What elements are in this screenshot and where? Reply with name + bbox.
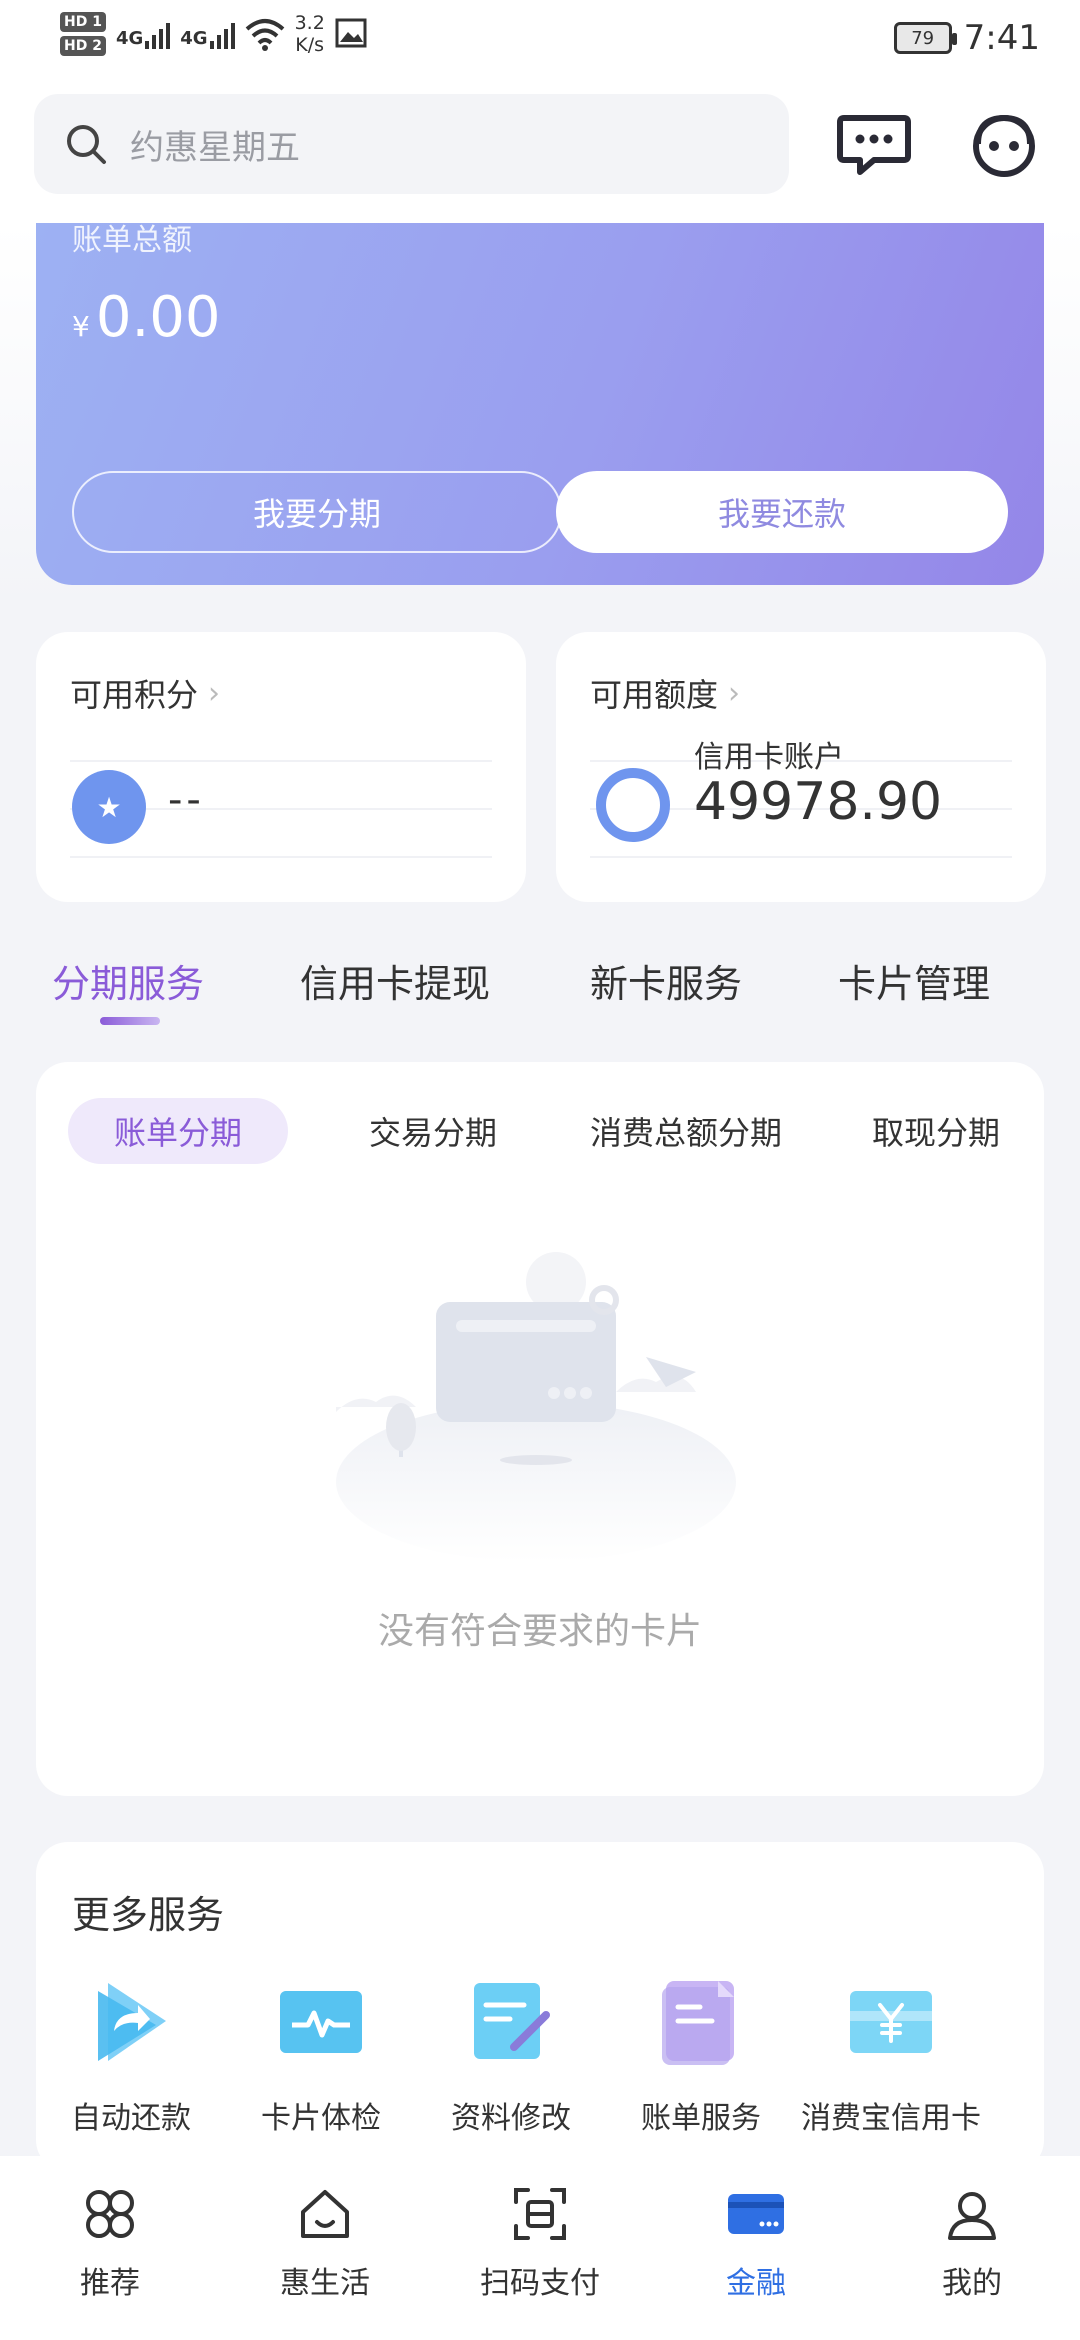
empty-card-illustration [336,1252,736,1562]
service-bill-service[interactable]: 账单服务 [606,1977,796,2137]
bill-service-icon [662,1981,734,2065]
nav-label: 扫码支付 [480,2266,600,2301]
tab-new-card-service[interactable]: 新卡服务 [590,953,742,1008]
ring-chart-icon [596,768,670,842]
installment-panel: 账单分期 交易分期 消费总额分期 取现分期 没有符合要求的卡片 [36,1062,1044,1796]
auto-repay-icon [98,1983,166,2061]
bottom-navigation: 推荐 惠生活 扫码支付 金融 我的 [0,2156,1080,2340]
service-label: 卡片体检 [261,2101,381,2136]
card-icon [728,2194,784,2234]
divider [70,856,492,858]
installment-button[interactable]: 我要分期 [72,471,562,553]
credit-title-text: 可用额度 [590,676,719,714]
service-label: 消费宝信用卡 [801,2101,981,2136]
wifi-icon [245,19,284,51]
points-title-text: 可用积分 [70,676,199,714]
signal-1-icon: 4G [115,19,171,49]
chevron-right-icon: › [728,675,741,711]
service-label: 自动还款 [71,2101,191,2136]
repay-button[interactable]: 我要还款 [556,471,1008,553]
bill-total-label: 账单总额 [72,223,192,258]
nav-label: 推荐 [80,2266,140,2301]
sim2-badge: HD 2 [60,36,106,56]
service-tabs: 分期服务 信用卡提现 新卡服务 卡片管理 [0,945,1080,1035]
points-title: 可用积分 › [70,670,220,716]
tab-installment-service[interactable]: 分期服务 [52,953,204,1008]
service-edit-profile[interactable]: 资料修改 [416,1977,606,2137]
network-speed: 3.2 K/s [295,12,325,56]
points-value: -- [168,777,205,823]
credit-title: 可用额度 › [590,670,740,716]
chevron-right-icon: › [208,675,221,711]
nav-life[interactable]: 惠生活 [245,2184,405,2302]
subtab-transaction-installment[interactable]: 交易分期 [318,1098,548,1164]
sim-indicators: HD 1 HD 2 [60,12,106,56]
message-icon[interactable] [834,104,914,184]
bill-summary-card: 账单总额 ¥ 0.00 我要分期 我要还款 [36,223,1044,585]
nav-scan-pay[interactable]: 扫码支付 [460,2184,620,2302]
customer-service-icon[interactable] [964,104,1044,184]
card-checkup-icon [280,1991,362,2053]
nav-label: 我的 [942,2266,1002,2301]
battery-icon: 79 [893,22,957,54]
empty-state-message: 没有符合要求的卡片 [377,1611,702,1652]
sim1-badge: HD 1 [60,12,106,32]
bill-amount-value: 0.00 [95,285,221,350]
service-label: 账单服务 [641,2101,761,2136]
service-auto-repay[interactable]: 自动还款 [36,1977,226,2137]
network-type-1: 4G [115,28,144,49]
search-bar[interactable]: 约惠星期五 [34,94,789,194]
divider [590,856,1012,858]
search-placeholder: 约惠星期五 [130,127,300,168]
service-yen-card[interactable]: 消费宝信用卡 [796,1977,986,2137]
more-services-section: 更多服务 自动还款 卡片体检 资料修改 账单服务 消费宝信用卡 [36,1842,1044,2172]
scan-icon [514,2188,566,2240]
clover-icon [86,2190,134,2238]
nav-label: 惠生活 [280,2266,370,2301]
network-type-2: 4G [180,28,208,49]
star-icon: ★ [72,770,146,844]
speed-value: 3.2 [294,12,325,34]
edit-profile-icon [474,1983,550,2059]
subtab-cash-installment[interactable]: 取现分期 [816,1098,1056,1164]
search-icon [67,125,106,164]
divider [70,760,492,762]
yen-card-icon [850,1991,932,2053]
app-header: 约惠星期五 [0,88,1080,223]
status-bar: HD 1 HD 2 4G 4G 3.2 K/s 79 7:41 [0,0,1080,88]
service-label: 资料修改 [451,2101,571,2136]
battery-level: 79 [911,27,935,49]
active-tab-indicator [100,1017,160,1025]
credit-account-label: 信用卡账户 [694,740,844,775]
subtab-bill-installment[interactable]: 账单分期 [68,1098,288,1164]
signal-2-icon: 4G [180,19,235,49]
service-card-checkup[interactable]: 卡片体检 [226,1977,416,2137]
nav-recommend[interactable]: 推荐 [30,2184,190,2302]
points-card[interactable]: 可用积分 › ★ -- [36,632,526,902]
clock: 7:41 [963,18,1040,58]
speed-unit: K/s [295,34,325,56]
more-services-title: 更多服务 [72,1893,225,1937]
user-icon [948,2192,996,2240]
subtab-total-spend-installment[interactable]: 消费总额分期 [536,1098,836,1164]
credit-limit-card[interactable]: 可用额度 › 信用卡账户 49978.90 [556,632,1046,902]
tab-card-management[interactable]: 卡片管理 [838,953,990,1008]
nav-finance[interactable]: 金融 [676,2184,836,2302]
currency-symbol: ¥ [72,310,90,343]
nav-mine[interactable]: 我的 [892,2184,1052,2302]
image-notification-icon [335,18,367,48]
home-icon [301,2190,349,2238]
nav-label: 金融 [726,2266,786,2301]
bill-total-amount: ¥ 0.00 [72,285,221,350]
tab-cash-withdrawal[interactable]: 信用卡提现 [300,953,490,1008]
credit-limit-value: 49978.90 [694,772,943,832]
